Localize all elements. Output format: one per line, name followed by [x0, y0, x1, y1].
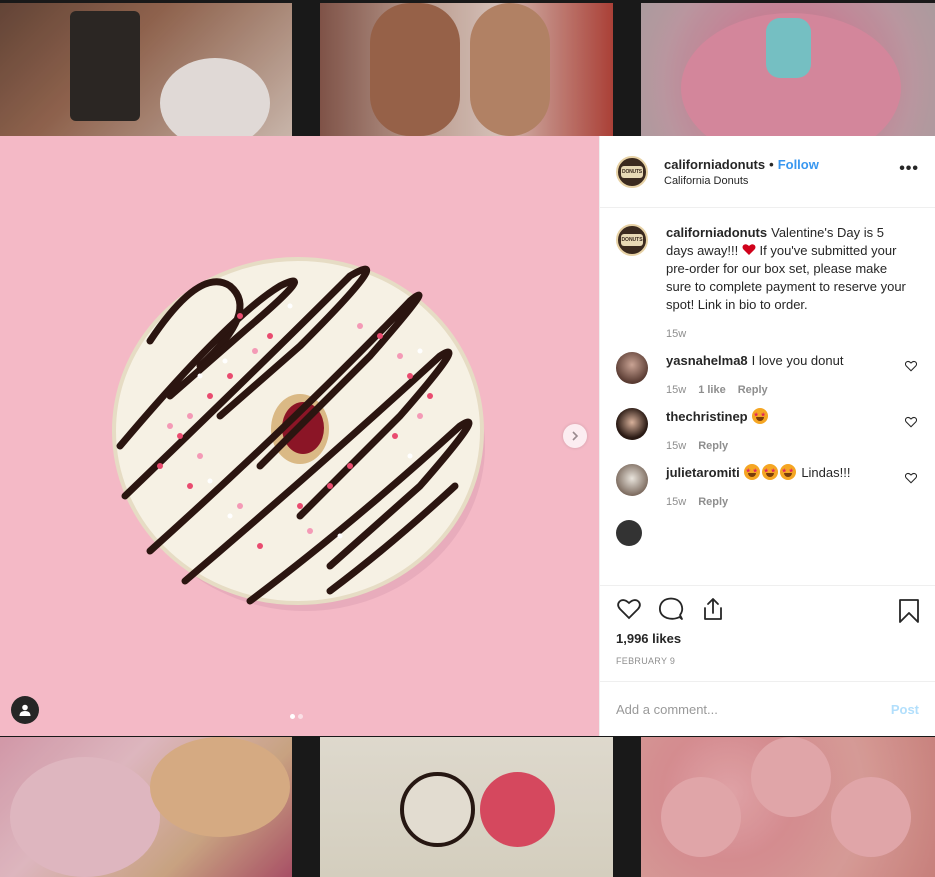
username-link[interactable]: californiadonuts: [664, 157, 765, 172]
add-comment-bar: Post: [600, 681, 935, 736]
star-struck-emoji-icon: [779, 464, 796, 480]
donut-photo: [112, 257, 485, 611]
post-media[interactable]: [0, 136, 599, 736]
reply-button[interactable]: Reply: [698, 496, 728, 508]
comment-icon[interactable]: [658, 596, 684, 622]
post-actions: 1,996 likes FEBRUARY 9: [600, 585, 935, 681]
caption-timestamp[interactable]: 15w: [666, 328, 686, 340]
post-modal: DONUTS californiadonuts • Follow Califor…: [0, 136, 935, 736]
comment-likes[interactable]: 1 like: [698, 384, 726, 396]
like-comment-heart-icon[interactable]: [905, 472, 917, 484]
commenter-avatar[interactable]: [616, 520, 642, 546]
donut-brand-logo: DONUTS: [621, 234, 643, 246]
caption-username[interactable]: californiadonuts: [666, 225, 767, 240]
comments-list[interactable]: DONUTS californiadonuts Valentine's Day i…: [600, 208, 935, 585]
profile-avatar[interactable]: DONUTS: [616, 155, 648, 188]
comment-username[interactable]: julietaromiti: [666, 465, 740, 480]
location-link[interactable]: California Donuts: [664, 175, 819, 187]
comment-input[interactable]: [616, 701, 856, 717]
carousel-indicator: [290, 714, 303, 719]
like-comment-heart-icon[interactable]: [905, 360, 917, 372]
comment-text: I love you donut: [751, 353, 844, 368]
bookmark-icon[interactable]: [898, 598, 920, 624]
commenter-avatar[interactable]: [616, 408, 648, 440]
post-header: DONUTS californiadonuts • Follow Califor…: [600, 136, 935, 208]
chevron-right-icon: [572, 431, 579, 441]
user-icon: [19, 704, 31, 716]
red-heart-emoji-icon: [742, 244, 756, 255]
comment-username[interactable]: yasnahelma8: [666, 353, 748, 368]
follow-button[interactable]: Follow: [778, 157, 819, 172]
star-struck-emoji-icon: [761, 464, 778, 480]
comment-item: thechristinep 15w Reply: [616, 408, 919, 452]
caption: DONUTS californiadonuts Valentine's Day i…: [616, 224, 919, 340]
commenter-avatar[interactable]: [616, 352, 648, 384]
reply-button[interactable]: Reply: [738, 384, 768, 396]
post-sidebar: DONUTS californiadonuts • Follow Califor…: [599, 136, 935, 736]
star-struck-emoji-icon: [751, 408, 768, 424]
caption-avatar[interactable]: DONUTS: [616, 224, 648, 256]
tagged-users-button[interactable]: [11, 696, 39, 724]
comment-item: julietaromiti Lindas!!! 15w Reply: [616, 464, 919, 508]
carousel-dot: [298, 714, 303, 719]
share-icon[interactable]: [700, 596, 726, 622]
comment-timestamp[interactable]: 15w: [666, 440, 686, 452]
heart-icon[interactable]: [616, 596, 642, 622]
commenter-avatar[interactable]: [616, 464, 648, 496]
reply-button[interactable]: Reply: [698, 440, 728, 452]
instagram-post-modal-page: DONUTS californiadonuts • Follow Califor…: [0, 0, 935, 877]
separator-dot: •: [769, 156, 774, 172]
comment-timestamp[interactable]: 15w: [666, 384, 686, 396]
comment-timestamp[interactable]: 15w: [666, 496, 686, 508]
comment-item: yasnahelma8 I love you donut 15w 1 like R…: [616, 352, 919, 396]
like-comment-heart-icon[interactable]: [905, 416, 917, 428]
carousel-dot-active: [290, 714, 295, 719]
post-date[interactable]: FEBRUARY 9: [616, 656, 919, 666]
post-comment-button[interactable]: Post: [891, 702, 919, 717]
carousel-next-button[interactable]: [563, 424, 587, 448]
star-struck-emoji-icon: [743, 464, 760, 480]
comment-username[interactable]: thechristinep: [666, 409, 748, 424]
likes-count[interactable]: 1,996 likes: [616, 631, 919, 646]
donut-brand-logo: DONUTS: [621, 165, 643, 178]
comment-text: Lindas!!!: [801, 465, 851, 480]
more-options-button[interactable]: •••: [899, 161, 919, 177]
